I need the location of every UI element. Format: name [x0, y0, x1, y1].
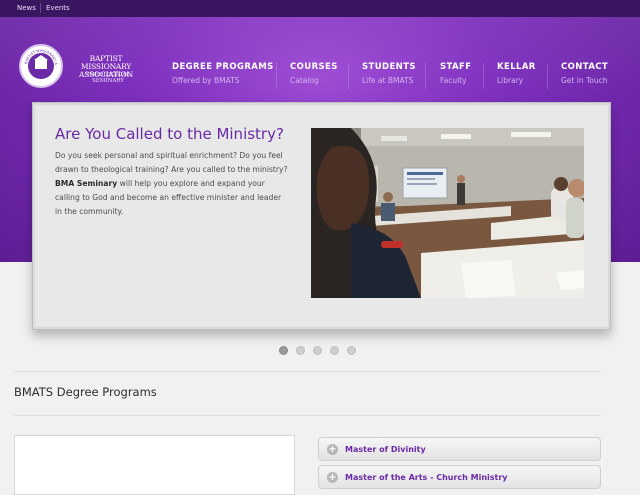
expand-plus-icon: +	[327, 472, 338, 483]
utility-bar: News Events	[0, 0, 640, 17]
nav-subtitle: Faculty	[440, 76, 467, 85]
nav-contact[interactable]: CONTACT Get in Touch	[561, 62, 608, 85]
nav-title: STAFF	[440, 62, 472, 72]
nav-divider	[547, 63, 548, 89]
nav-subtitle: Get in Touch	[561, 76, 608, 85]
slider-dot-5[interactable]	[347, 346, 356, 355]
nav-subtitle: Catalog	[290, 76, 319, 85]
content-box	[14, 435, 295, 495]
nav-kellar[interactable]: KELLAR Library	[497, 62, 536, 85]
expand-plus-icon: +	[327, 444, 338, 455]
nav-degree-programs[interactable]: DEGREE PROGRAMS Offered by BMATS	[172, 62, 274, 85]
nav-students[interactable]: STUDENTS Life at BMATS	[362, 62, 416, 85]
section-title: BMATS Degree Programs	[14, 385, 157, 399]
nav-divider	[483, 63, 484, 89]
divider	[14, 415, 601, 416]
nav-title: CONTACT	[561, 62, 609, 72]
program-master-of-arts-church-ministry[interactable]: + Master of the Arts - Church Ministry	[318, 465, 601, 489]
seminary-seal-icon: BAPTIST MISSIONARY ASSOCIATION	[19, 44, 63, 88]
slider-dot-1[interactable]	[279, 346, 288, 355]
nav-staff[interactable]: STAFF Faculty	[440, 62, 471, 85]
logo-subtitle: THEOLOGICAL SEMINARY	[86, 72, 130, 84]
slide-body-text: Do you seek personal and spiritual enric…	[55, 151, 288, 174]
slide-title: Are You Called to the Ministry?	[55, 125, 284, 143]
program-label: Master of the Arts - Church Ministry	[345, 473, 508, 482]
nav-divider	[425, 63, 426, 89]
nav-subtitle: Library	[497, 76, 524, 85]
nav-divider	[348, 63, 349, 89]
slide-body-emphasis: BMA Seminary	[55, 179, 118, 188]
slider-dot-4[interactable]	[330, 346, 339, 355]
slider-dot-2[interactable]	[296, 346, 305, 355]
nav-title: KELLAR	[497, 62, 536, 72]
slide: Are You Called to the Ministry? Do you s…	[35, 105, 608, 327]
seal-church	[35, 59, 47, 69]
events-link[interactable]: Events	[46, 4, 70, 12]
slider-dot-3[interactable]	[313, 346, 322, 355]
program-master-of-divinity[interactable]: + Master of Divinity	[318, 437, 601, 461]
nav-subtitle: Offered by BMATS	[172, 76, 240, 85]
hero-slider[interactable]: Are You Called to the Ministry? Do you s…	[32, 102, 611, 330]
divider	[14, 371, 601, 372]
utility-divider	[40, 3, 41, 13]
nav-title: DEGREE PROGRAMS	[172, 62, 274, 72]
classroom-photo-drawing	[311, 128, 584, 298]
nav-title: STUDENTS	[362, 62, 416, 72]
slide-body: Do you seek personal and spiritual enric…	[55, 149, 289, 219]
nav-courses[interactable]: COURSES Catalog	[290, 62, 338, 85]
nav-subtitle: Life at BMATS	[362, 76, 414, 85]
program-label: Master of Divinity	[345, 445, 426, 454]
nav-divider	[276, 63, 277, 89]
news-link[interactable]: News	[17, 4, 36, 12]
classroom-photo	[311, 128, 584, 298]
nav-title: COURSES	[290, 62, 338, 72]
